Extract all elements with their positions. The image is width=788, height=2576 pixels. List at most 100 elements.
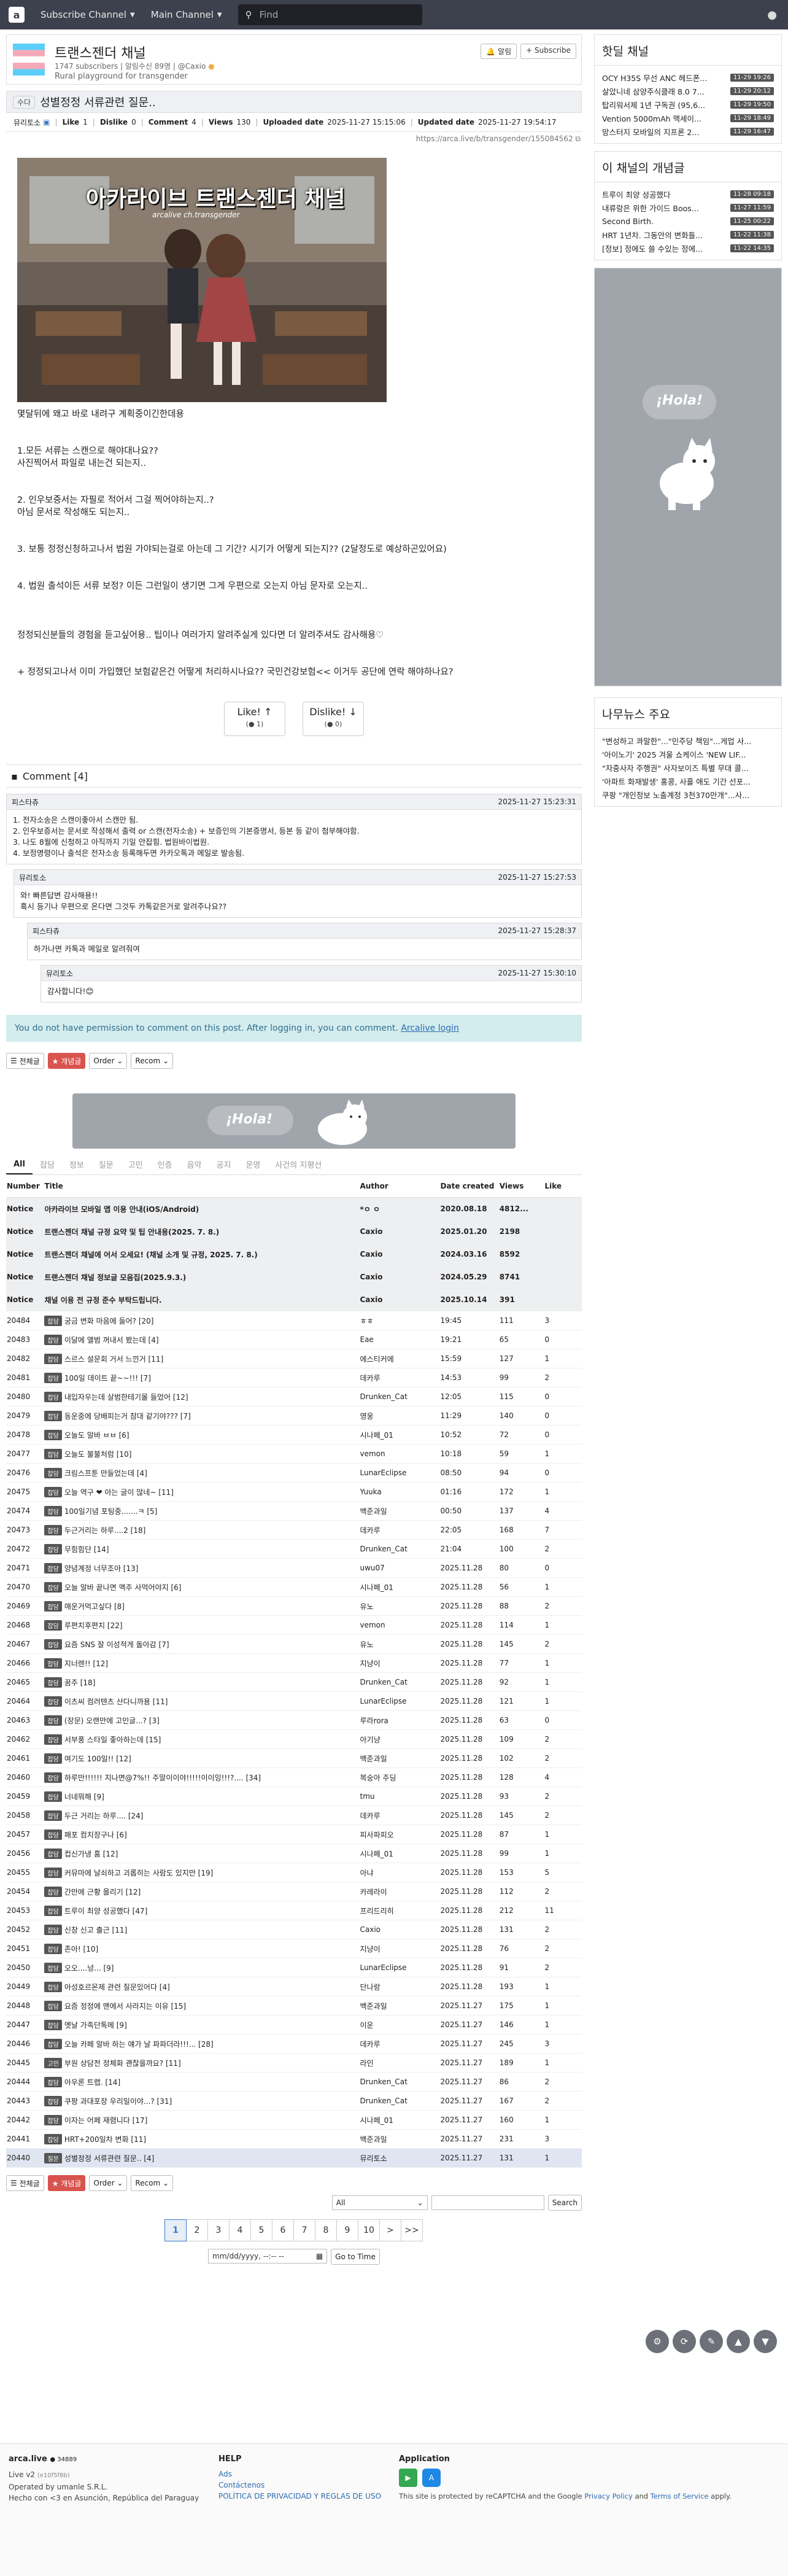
row-author[interactable]: 데카루 [359,1368,440,1387]
table-row[interactable]: 20476 잡담 크림스프툰 만들었는데 [4] LunarEclipse 08:50 9… [6,1463,582,1483]
row-title[interactable]: 루편치후편치 [22] [64,1621,123,1630]
row-author[interactable]: 피사파피오 [359,1825,440,1844]
news-item[interactable]: '아파트 화재발생' 홍콩, 사흘 애도 기간 선포... [602,774,774,788]
next-page-button[interactable]: > [379,2219,401,2241]
table-row[interactable]: 20456 잡담 컵신가냉 훔 [12] 시나페_01 2025.11.28 99 1 [6,1844,582,1863]
row-author[interactable]: 영웅 [359,1406,440,1426]
row-title[interactable]: 트랜스젠더 채널 규정 요약 및 팁 안내용(2025. 7. 8.) [44,1220,360,1243]
row-author[interactable]: Drunken_Cat [359,2091,440,2111]
row-author[interactable]: 지냥이 [359,1939,440,1958]
row-author[interactable]: 시나페_01 [359,1577,440,1597]
row-author[interactable]: ㅎㅎ [359,1311,440,1330]
row-title-cell[interactable]: 잡담 존아! [10] [44,1939,360,1958]
row-author[interactable]: Caxio [359,1265,440,1289]
table-row[interactable]: 20447 잡담 옛날 가족단톡메 [9] 이운 2025.11.27 146 1 [6,2015,582,2035]
table-row[interactable]: 20483 잡담 이달에 앨범 꺼내서 봤는데 [4] Eae 19:21 65 0 [6,1330,582,1349]
tab-category[interactable]: 사건의 지평선 [268,1158,329,1174]
recom-select[interactable]: Recom ⌄ [131,2175,174,2191]
row-title-cell[interactable]: 잡담 패포 컴치장구나 [6] [44,1825,360,1844]
row-title[interactable]: 신창 신고 출근 [11] [64,1926,127,1934]
news-item[interactable]: "자중사자 주행권" 사자보이즈 특별 무대 콜... [602,761,774,774]
row-title[interactable]: 채널 이용 전 규정 준수 부탁드립니다. [44,1288,360,1311]
row-author[interactable]: vemon [359,1444,440,1464]
tab-category[interactable]: All [6,1160,33,1174]
row-title-cell[interactable]: 잡담 100일 데이트 끝~~!!! [7] [44,1368,360,1387]
table-row[interactable]: 20472 잡담 무힘힘단 [14] Drunken_Cat 21:04 100 2 [6,1539,582,1559]
table-row[interactable]: 20461 잡담 여기도 100일!! [12] 백준과일 2025.11.28 102 2 [6,1748,582,1768]
row-title[interactable]: 아성호르몬제 관련 질문있어다 [4] [64,1983,170,1992]
row-title-cell[interactable]: 잡담 루편치후편치 [22] [44,1615,360,1635]
row-title-cell[interactable]: 잡담 신창 신고 출근 [11] [44,1920,360,1939]
row-author[interactable]: 에스티커에 [359,1349,440,1368]
row-title[interactable]: 100일 데이트 끝~~!!! [7] [64,1374,151,1383]
row-author[interactable]: 아냐 [359,1863,440,1882]
row-author[interactable]: 백준과일 [359,2129,440,2149]
board-title[interactable]: 트랜스젠더 채널 [55,42,146,62]
row-author[interactable]: Yuuka [359,1482,440,1502]
sidebar-item[interactable]: [정보] 정에도 쓸 수있는 정에... 11-22 14:35 [602,241,774,255]
news-item[interactable]: "변성하고 콰말한"..."민주당 책임"...게업 사... [602,734,774,747]
table-row[interactable]: 20440 질문 성별정정 서류관련 질문.. [4] 뮤리토소 2025.11.27 1… [6,2148,582,2168]
app-store-icon[interactable]: A [422,2469,441,2487]
gear-icon[interactable]: ⚙ [646,2330,669,2353]
table-row[interactable]: 20462 잡담 서부풍 스타일 좋아하는데 [15] 아기냥 2025.11.28 10… [6,1729,582,1749]
row-title[interactable]: 두근거리는 하루....2 [18] [64,1526,145,1535]
row-author[interactable]: LunarEclipse [359,1958,440,1977]
row-title[interactable]: 옛날 가족단톡메 [9] [64,2021,127,2030]
write-icon[interactable]: ✎ [700,2330,723,2353]
tab-category[interactable]: 고민 [121,1158,150,1174]
row-author[interactable]: Drunken_Cat [359,1672,440,1692]
row-title-cell[interactable]: 잡담 이츠씨 컴러텐츠 산다니까용 [11] [44,1691,360,1711]
row-title-cell[interactable]: 잡담 너네뭐해 [9] [44,1787,360,1806]
table-row[interactable]: 20460 잡담 하루만!!!!!! 지나면@7%!! 주말이이야!!!!!이이잉!… [6,1767,582,1787]
order-select[interactable]: Order ⌄ [89,2175,128,2191]
table-row[interactable]: 20442 잡담 이자는 어페 재렴니다 [17] 시나페_01 2025.11.27 1… [6,2110,582,2130]
row-author[interactable]: 데카루 [359,1806,440,1825]
search-scope-select[interactable]: All ⌄ [331,2195,428,2210]
privacy-policy-link[interactable]: Privacy Policy [584,2492,632,2500]
row-title-cell[interactable]: 잡담 이달에 앨범 꺼내서 봤는데 [4] [44,1330,360,1349]
row-title-cell[interactable]: 잡담 HRT+200일차 변화 [11] [44,2129,360,2149]
table-row[interactable]: 20482 잡담 스르스 설문회 거서 느낀거 [11] 에스티커에 15:59 127 1 [6,1349,582,1368]
alarm-button[interactable]: 🔔 알림 [481,44,517,59]
row-title[interactable]: 트랜스젠더 채널 정보글 모음집(2025.9.3.) [44,1265,360,1289]
row-title-cell[interactable]: 잡담 서부풍 스타일 좋아하는데 [15] [44,1729,360,1749]
row-title[interactable]: 오오....넝... [9] [64,1964,114,1973]
table-row[interactable]: 20463 잡담 (장문) 오랜만에 고민글...? [3] 루라rora 2025.1… [6,1710,582,1730]
row-title-cell[interactable]: 잡담 컵신가냉 훔 [12] [44,1844,360,1863]
table-row[interactable]: 20455 잡담 커뮤마에 날쇠하고 괴롭히는 사람도 있지만 [19] 아냐 2025… [6,1863,582,1882]
sidebar-item[interactable]: 살았니네 삼양주식클래 8.0 7... 11-29 20:12 [602,84,774,98]
row-author[interactable]: 프리드리히 [359,1901,440,1920]
row-title-cell[interactable]: 잡담 오오....넝... [9] [44,1958,360,1977]
row-title[interactable]: 이자는 어페 재렴니다 [17] [64,2116,147,2125]
row-title[interactable]: 꿈주 [18] [64,1678,96,1687]
row-title[interactable]: 스르스 설문회 거서 느낀거 [11] [64,1355,163,1364]
row-author[interactable]: Caxio [359,1243,440,1266]
row-title-cell[interactable]: 잡담 이자는 어페 재렴니다 [17] [44,2110,360,2130]
row-title-cell[interactable]: 잡담 내입자우는데 살범한테기몰 들었어 [12] [44,1387,360,1406]
row-title[interactable]: 오늘도 알바 ㅂㅂ [6] [64,1431,129,1440]
news-item[interactable]: '아이노기' 2025 겨울 쇼케이스 'NEW LIF... [602,747,774,761]
table-row[interactable]: 20457 잡담 패포 컴치장구나 [6] 피사파피오 2025.11.28 87 1 [6,1825,582,1844]
user-icon[interactable]: ● [767,9,777,21]
arrow-down-icon[interactable]: ▼ [754,2330,777,2353]
page-button[interactable]: 4 [229,2219,251,2241]
all-posts-button[interactable]: ☰ 전체글 [6,1053,44,1069]
row-title[interactable]: 패포 컴치장구나 [6] [64,1831,127,1839]
row-title[interactable]: 궁금 변화 마음에 들어? [20] [64,1317,154,1325]
row-title-cell[interactable]: 잡담 아성호르몬제 관련 질문있어다 [4] [44,1977,360,1996]
page-button[interactable]: 3 [207,2219,230,2241]
datetime-input[interactable]: mm/dd/yyyy, --:-- -- ▦ [208,2249,328,2264]
table-row[interactable]: 20441 잡담 HRT+200일차 변화 [11] 백준과일 2025.11.27 23… [6,2129,582,2149]
table-row[interactable]: 20473 잡담 두근거리는 하루....2 [18] 데카루 22:05 168 7 [6,1520,582,1540]
row-title-cell[interactable]: 잡담 오늘 역구 ❤ 아는 글이 많네~ [11] [44,1482,360,1502]
row-author[interactable]: 백준과일 [359,1501,440,1521]
row-title-cell[interactable]: 잡담 100일기념 포팅중.......ㅋ [5] [44,1501,360,1521]
sidebar-item[interactable]: Vention 5000mAh 맥세이... 11-29 18:49 [602,111,774,125]
board-search-input[interactable] [431,2195,544,2210]
notice-row[interactable]: Notice 트랜스젠더 채널 규정 요약 및 팁 안내용(2025. 7. 8.… [6,1220,582,1243]
row-title[interactable]: 100일기념 포팅중.......ㅋ [5] [64,1507,158,1516]
row-title[interactable]: 두근 거리는 하루.... [24] [64,1812,144,1820]
table-row[interactable]: 20450 잡담 오오....넝... [9] LunarEclipse 2025.11… [6,1958,582,1977]
news-item[interactable]: 쿠팡 "개인정보 노출계정 3천370만개"...사... [602,788,774,801]
